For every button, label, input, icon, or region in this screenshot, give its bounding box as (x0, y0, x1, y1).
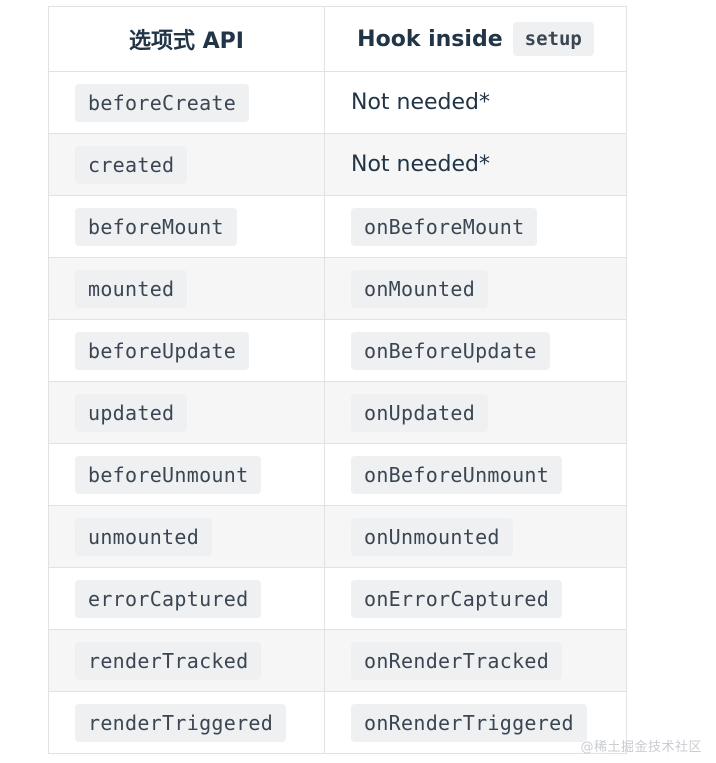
header-hook-prefix: Hook inside (357, 26, 503, 52)
table-row: created Not needed* (48, 133, 627, 196)
lifecycle-hooks-table: 选项式 API Hook inside setup beforeCreate N… (48, 6, 627, 754)
option-cell: unmounted (48, 505, 325, 568)
hook-code: onRenderTriggered (351, 703, 587, 742)
option-code: beforeMount (75, 207, 237, 246)
option-cell: beforeUpdate (48, 319, 325, 382)
option-code: renderTriggered (75, 703, 287, 742)
table-row: beforeUpdate onBeforeUpdate (48, 319, 627, 382)
table-row: errorCaptured onErrorCaptured (48, 567, 627, 630)
hook-cell: onBeforeUnmount (324, 443, 627, 506)
header-row: 选项式 API Hook inside setup (48, 6, 627, 72)
hook-code: onUpdated (351, 393, 489, 432)
table-header: 选项式 API Hook inside setup (48, 6, 627, 72)
header-hook-inside-setup: Hook inside setup (324, 6, 627, 72)
header-hook-inner: Hook inside setup (357, 22, 594, 56)
hook-cell: onErrorCaptured (324, 567, 627, 630)
hook-cell: onMounted (324, 257, 627, 320)
table-row: mounted onMounted (48, 257, 627, 320)
header-options-api-label: 选项式 API (129, 29, 244, 54)
watermark: @稀土掘金技术社区 (580, 740, 702, 755)
option-code: beforeUpdate (75, 331, 250, 370)
option-code: beforeUnmount (75, 455, 262, 494)
table-row: unmounted onUnmounted (48, 505, 627, 568)
option-code: updated (75, 393, 188, 432)
hook-code: onRenderTracked (351, 641, 563, 680)
option-cell: beforeMount (48, 195, 325, 258)
hook-code: onBeforeMount (351, 207, 538, 246)
lifecycle-hooks-table-container: 选项式 API Hook inside setup beforeCreate N… (48, 6, 627, 754)
option-code: errorCaptured (75, 579, 262, 618)
option-cell: beforeCreate (48, 71, 325, 134)
header-options-api: 选项式 API (48, 6, 325, 72)
header-hook-code: setup (512, 22, 594, 56)
hook-cell: onUnmounted (324, 505, 627, 568)
option-cell: updated (48, 381, 325, 444)
hook-cell: onBeforeMount (324, 195, 627, 258)
option-cell: beforeUnmount (48, 443, 325, 506)
option-cell: renderTriggered (48, 691, 325, 754)
hook-text: Not needed* (351, 152, 491, 177)
option-code: created (75, 145, 188, 184)
table-body: beforeCreate Not needed* created Not nee… (48, 71, 627, 754)
hook-text: Not needed* (351, 90, 491, 115)
hook-cell: onBeforeUpdate (324, 319, 627, 382)
table-row: beforeCreate Not needed* (48, 71, 627, 134)
option-code: unmounted (75, 517, 213, 556)
hook-cell: onUpdated (324, 381, 627, 444)
table-row: updated onUpdated (48, 381, 627, 444)
table-row: renderTracked onRenderTracked (48, 629, 627, 692)
hook-code: onBeforeUnmount (351, 455, 563, 494)
option-cell: errorCaptured (48, 567, 325, 630)
hook-cell: Not needed* (324, 71, 627, 134)
option-code: beforeCreate (75, 83, 250, 122)
hook-code: onBeforeUpdate (351, 331, 550, 370)
hook-code: onErrorCaptured (351, 579, 563, 618)
option-cell: created (48, 133, 325, 196)
table-row: beforeUnmount onBeforeUnmount (48, 443, 627, 506)
hook-code: onUnmounted (351, 517, 513, 556)
hook-cell: Not needed* (324, 133, 627, 196)
option-code: mounted (75, 269, 188, 308)
table-row: beforeMount onBeforeMount (48, 195, 627, 258)
hook-cell: onRenderTracked (324, 629, 627, 692)
option-cell: renderTracked (48, 629, 325, 692)
hook-code: onMounted (351, 269, 489, 308)
table-row: renderTriggered onRenderTriggered (48, 691, 627, 754)
option-cell: mounted (48, 257, 325, 320)
option-code: renderTracked (75, 641, 262, 680)
